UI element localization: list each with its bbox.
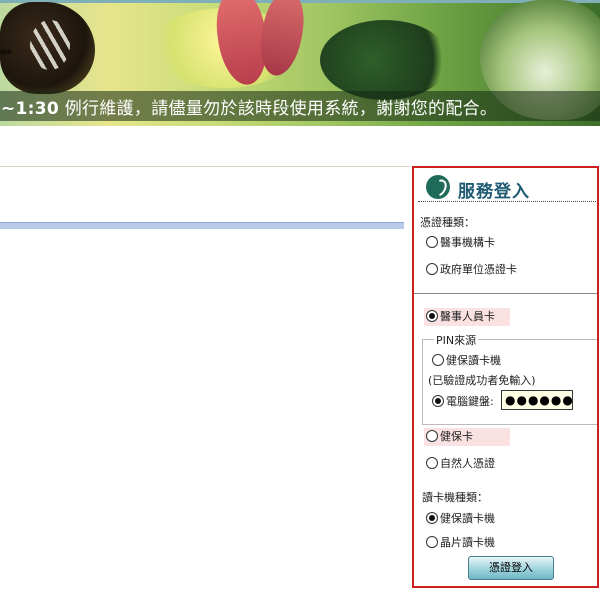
title-divider: [418, 201, 596, 202]
cert-separator: [414, 293, 597, 294]
radio-button[interactable]: [432, 354, 444, 366]
pin-option-card-reader[interactable]: 健保讀卡機: [432, 353, 501, 369]
cert-option-citizen-cert[interactable]: 自然人憑證: [426, 456, 495, 472]
butterfly-image: [0, 2, 95, 94]
reader-option-label: 健保讀卡機: [440, 512, 495, 525]
cert-option-government-card[interactable]: 政府單位憑證卡: [426, 262, 517, 278]
pin-option-label: 電腦鍵盤:: [446, 395, 494, 408]
reader-type-label: 讀卡機種類：: [422, 491, 488, 504]
pin-password-input[interactable]: ●●●●●●: [501, 390, 573, 410]
cert-option-label: 自然人憑證: [440, 457, 495, 470]
banner-small-text: are: [0, 47, 12, 56]
reader-option-label: 晶片讀卡機: [440, 536, 495, 549]
radio-button[interactable]: [426, 263, 438, 275]
cert-option-hospital-card[interactable]: 醫事機構卡: [426, 235, 495, 251]
service-logo-icon: [426, 175, 450, 199]
maintenance-notice: ~1:30 例行維護，請儘量勿於該時段使用系統，謝謝您的配合。: [1, 94, 497, 119]
leaf-image: [320, 20, 450, 100]
reader-option-chip-reader[interactable]: 晶片讀卡機: [426, 535, 495, 551]
cert-option-label: 健保卡: [440, 430, 473, 443]
pin-source-legend: PIN來源: [434, 332, 479, 348]
radio-button[interactable]: [426, 430, 438, 442]
content-header-bar: [0, 222, 404, 229]
cert-option-label: 醫事人員卡: [440, 310, 495, 323]
pin-option-label: 健保讀卡機: [446, 354, 501, 367]
radio-button[interactable]: [426, 512, 438, 524]
radio-button[interactable]: [426, 310, 438, 322]
radio-button[interactable]: [426, 536, 438, 548]
certificate-login-button[interactable]: 憑證登入: [468, 556, 554, 580]
login-panel-header: 服務登入: [426, 173, 596, 202]
cert-option-medical-staff-card[interactable]: 醫事人員卡: [424, 308, 510, 326]
radio-button[interactable]: [426, 457, 438, 469]
header-banner: are ~1:30 例行維護，請儘量勿於該時段使用系統，謝謝您的配合。: [0, 0, 600, 126]
radio-button[interactable]: [426, 236, 438, 248]
cert-option-label: 醫事機構卡: [440, 236, 495, 249]
reader-option-nhi-reader[interactable]: 健保讀卡機: [426, 511, 495, 527]
login-panel: 服務登入 憑證種類： 醫事機構卡 政府單位憑證卡 醫事人員卡 PIN來源 健保讀…: [412, 166, 599, 588]
notice-time: ~1:30: [1, 99, 60, 119]
content-divider: [0, 166, 410, 167]
pin-option-keyboard[interactable]: 電腦鍵盤:: [432, 394, 494, 410]
pin-note: (已驗證成功者免輸入): [428, 374, 536, 387]
cert-option-nhi-card[interactable]: 健保卡: [424, 428, 510, 446]
notice-message: 例行維護，請儘量勿於該時段使用系統，謝謝您的配合。: [59, 99, 498, 119]
radio-button[interactable]: [432, 395, 444, 407]
cert-type-label: 憑證種類：: [420, 216, 475, 229]
cert-option-label: 政府單位憑證卡: [440, 263, 517, 276]
login-panel-title: 服務登入: [458, 182, 530, 202]
